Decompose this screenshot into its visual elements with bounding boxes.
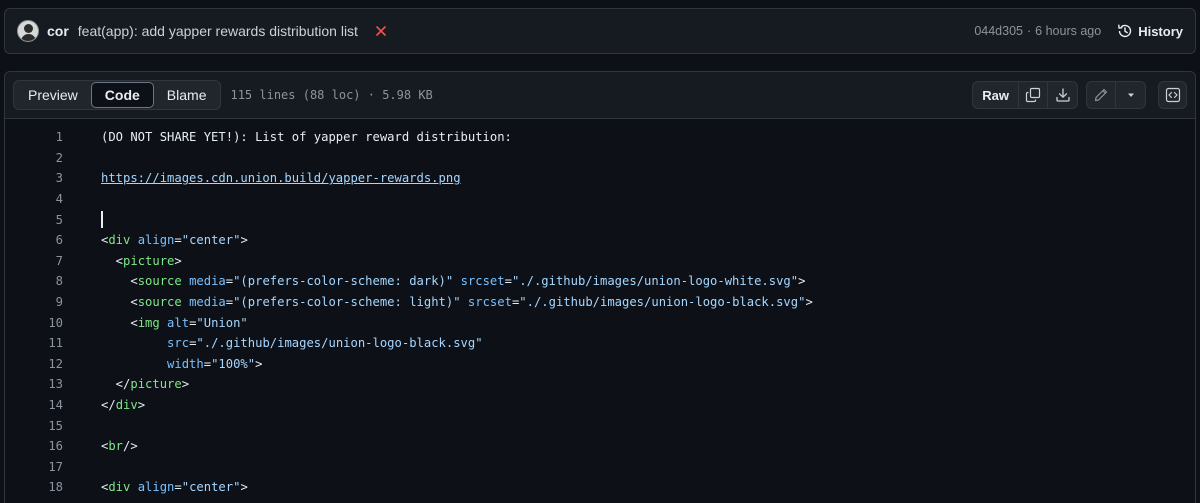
edit-button[interactable] — [1087, 82, 1116, 108]
line-number[interactable]: 15 — [5, 419, 63, 433]
code-line[interactable]: 12 width="100%"> — [5, 354, 1195, 375]
line-number[interactable]: 18 — [5, 480, 63, 494]
tab-preview[interactable]: Preview — [15, 82, 91, 108]
line-number[interactable]: 4 — [5, 192, 63, 206]
code-line[interactable]: 2 — [5, 148, 1195, 169]
code-line[interactable]: 18 <div align="center"> — [5, 477, 1195, 498]
history-label: History — [1138, 23, 1183, 39]
line-number[interactable]: 14 — [5, 398, 63, 412]
line-content: src="./.github/images/union-logo-black.s… — [167, 336, 483, 351]
view-mode-toggle: Preview Code Blame — [13, 80, 222, 110]
line-number[interactable]: 11 — [5, 336, 63, 350]
line-number[interactable]: 9 — [5, 295, 63, 309]
symbols-panel-button[interactable] — [1158, 81, 1187, 109]
line-number[interactable]: 10 — [5, 316, 63, 330]
text-cursor — [101, 211, 103, 229]
commit-time: 6 hours ago — [1035, 24, 1102, 38]
file-viewer: Preview Code Blame 115 lines (88 loc) · … — [4, 71, 1196, 503]
file-header: Preview Code Blame 115 lines (88 loc) · … — [5, 72, 1195, 119]
latest-commit-bar: cor feat(app): add yapper rewards distri… — [4, 8, 1196, 54]
history-icon — [1118, 24, 1132, 38]
code-line[interactable]: 8 <source media="(prefers-color-scheme: … — [5, 271, 1195, 292]
file-actions: Raw — [972, 81, 1187, 109]
line-number[interactable]: 17 — [5, 460, 63, 474]
line-number[interactable]: 2 — [5, 151, 63, 165]
code-line[interactable]: 7 <picture> — [5, 251, 1195, 272]
code-line[interactable]: 16 <br/> — [5, 436, 1195, 457]
download-button[interactable] — [1048, 82, 1077, 108]
image-link[interactable]: https://images.cdn.union.build/yapper-re… — [101, 171, 461, 185]
code-line[interactable]: 1 (DO NOT SHARE YET!): List of yapper rew… — [5, 127, 1195, 148]
line-content: https://images.cdn.union.build/yapper-re… — [101, 171, 461, 185]
code-line[interactable]: 13 </picture> — [5, 374, 1195, 395]
line-content: </picture> — [101, 377, 190, 392]
copy-icon — [1025, 87, 1041, 103]
copy-button[interactable] — [1019, 82, 1048, 108]
line-number[interactable]: 16 — [5, 439, 63, 453]
code-line[interactable]: 3 https://images.cdn.union.build/yapper-r… — [5, 168, 1195, 189]
line-number[interactable]: 1 — [5, 130, 63, 144]
code-view[interactable]: 1 (DO NOT SHARE YET!): List of yapper rew… — [5, 119, 1195, 498]
tab-blame[interactable]: Blame — [154, 82, 220, 108]
line-number[interactable]: 7 — [5, 254, 63, 268]
line-number[interactable]: 13 — [5, 377, 63, 391]
commit-message[interactable]: feat(app): add yapper rewards distributi… — [78, 23, 358, 39]
edit-group — [1086, 81, 1146, 109]
code-line[interactable]: 9 <source media="(prefers-color-scheme: … — [5, 292, 1195, 313]
line-content: <picture> — [101, 253, 182, 268]
line-number[interactable]: 3 — [5, 171, 63, 185]
separator-dot: · — [1027, 24, 1032, 38]
triangle-down-icon — [1127, 93, 1134, 97]
line-number[interactable]: 6 — [5, 233, 63, 247]
code-line[interactable]: 15 — [5, 415, 1195, 436]
history-button[interactable]: History — [1117, 23, 1183, 39]
file-info: 115 lines (88 loc) · 5.98 KB — [230, 88, 433, 102]
line-number[interactable]: 12 — [5, 357, 63, 371]
code-line[interactable]: 14 </div> — [5, 395, 1195, 416]
line-content: <div align="center"> — [101, 480, 248, 495]
code-line[interactable]: 4 — [5, 189, 1195, 210]
line-content: <source media="(prefers-color-scheme: li… — [101, 295, 813, 310]
line-content: <img alt="Union" — [101, 315, 248, 330]
avatar[interactable] — [17, 20, 39, 42]
code-line[interactable]: 11 src="./.github/images/union-logo-blac… — [5, 333, 1195, 354]
raw-button[interactable]: Raw — [973, 82, 1019, 108]
commit-author[interactable]: cor — [47, 23, 69, 39]
commit-meta: 044d305 · 6 hours ago History — [974, 23, 1183, 39]
code-square-icon — [1165, 87, 1180, 103]
tab-code[interactable]: Code — [90, 82, 154, 108]
line-content: <br/> — [101, 439, 138, 454]
line-content: <div align="center"> — [101, 233, 248, 248]
code-line[interactable]: 6 <div align="center"> — [5, 230, 1195, 251]
commit-sha[interactable]: 044d305 — [974, 24, 1023, 38]
line-content: (DO NOT SHARE YET!): List of yapper rewa… — [101, 130, 512, 145]
code-line[interactable]: 10 <img alt="Union" — [5, 312, 1195, 333]
raw-copy-download-group: Raw — [972, 81, 1078, 109]
code-line[interactable]: 17 — [5, 457, 1195, 478]
code-line[interactable]: 5 — [5, 209, 1195, 230]
line-number[interactable]: 5 — [5, 213, 63, 227]
line-content: <source media="(prefers-color-scheme: da… — [101, 274, 806, 289]
line-number[interactable]: 8 — [5, 274, 63, 288]
line-content: width="100%"> — [167, 356, 263, 371]
pencil-icon — [1094, 88, 1108, 102]
download-icon — [1055, 88, 1070, 102]
line-content: </div> — [101, 398, 146, 413]
edit-dropdown-button[interactable] — [1116, 82, 1145, 108]
x-icon[interactable] — [374, 24, 388, 38]
line-content — [101, 211, 103, 229]
